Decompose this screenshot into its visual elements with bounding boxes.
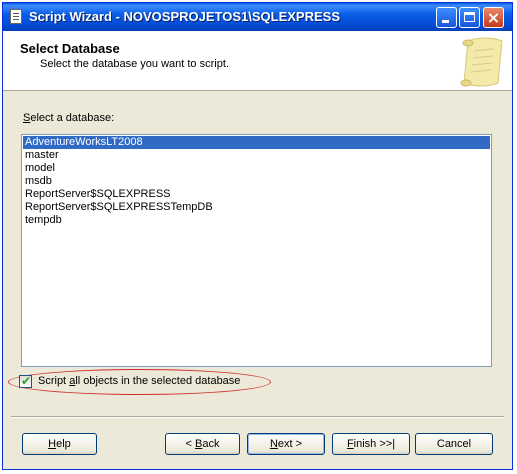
wizard-content: Select a database: AdventureWorksLT2008 … xyxy=(3,91,512,411)
minimize-button[interactable] xyxy=(436,7,457,28)
list-item[interactable]: tempdb xyxy=(23,214,490,227)
list-item[interactable]: msdb xyxy=(23,175,490,188)
database-listbox[interactable]: AdventureWorksLT2008 master model msdb R… xyxy=(21,134,492,367)
script-all-objects-checkbox[interactable]: ✔ xyxy=(19,375,32,388)
wizard-header: Select Database Select the database you … xyxy=(3,31,512,91)
list-item[interactable]: AdventureWorksLT2008 xyxy=(23,136,490,149)
minimize-icon xyxy=(442,20,449,23)
close-button[interactable]: × xyxy=(483,7,504,28)
script-all-objects-label[interactable]: Script all objects in the selected datab… xyxy=(38,375,240,387)
list-item[interactable]: master xyxy=(23,149,490,162)
page-subtitle: Select the database you want to script. xyxy=(40,58,229,70)
footer-divider xyxy=(11,416,504,418)
finish-button[interactable]: Finish >>| xyxy=(332,433,410,455)
help-button[interactable]: Help xyxy=(22,433,97,455)
next-button[interactable]: Next > xyxy=(247,433,325,455)
scroll-icon xyxy=(460,37,503,87)
list-item[interactable]: ReportServer$SQLEXPRESS xyxy=(23,188,490,201)
back-button[interactable]: < Back xyxy=(165,433,240,455)
list-item[interactable]: ReportServer$SQLEXPRESSTempDB xyxy=(23,201,490,214)
window-title: Script Wizard - NOVOSPROJETOS1\SQLEXPRES… xyxy=(29,9,340,24)
checkmark-icon: ✔ xyxy=(21,374,32,388)
close-icon: × xyxy=(486,8,501,27)
script-wizard-icon xyxy=(10,9,22,24)
maximize-icon xyxy=(464,12,475,22)
script-wizard-window: Script Wizard - NOVOSPROJETOS1\SQLEXPRES… xyxy=(2,2,513,470)
list-item[interactable]: model xyxy=(23,162,490,175)
title-bar[interactable]: Script Wizard - NOVOSPROJETOS1\SQLEXPRES… xyxy=(3,3,512,31)
maximize-button[interactable] xyxy=(459,7,480,28)
cancel-button[interactable]: Cancel xyxy=(415,433,493,455)
page-title: Select Database xyxy=(20,41,120,56)
select-database-label: Select a database: xyxy=(23,112,115,124)
